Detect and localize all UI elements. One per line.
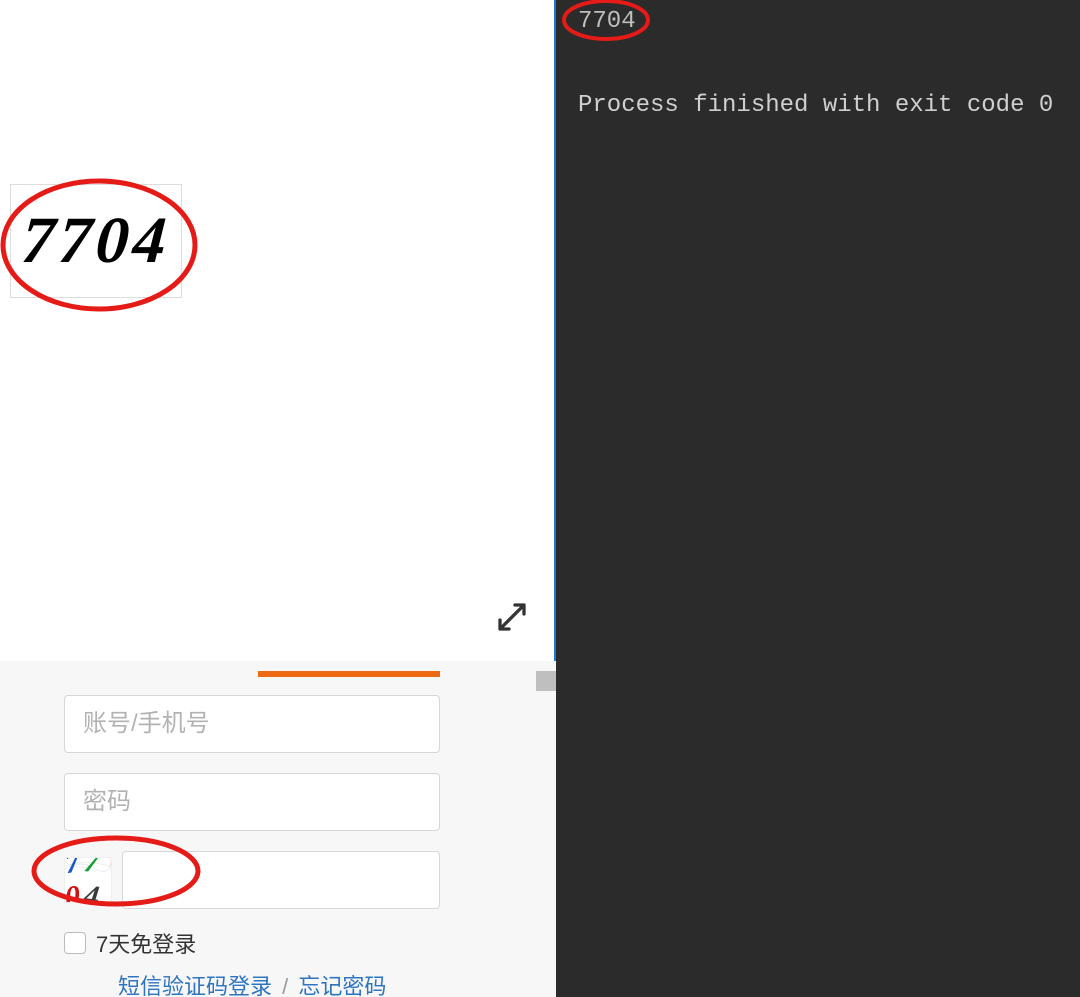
captcha-digit-4: 4 <box>82 879 105 903</box>
expand-icon[interactable] <box>494 599 530 635</box>
terminal-pane: 7704 Process finished with exit code 0 <box>556 0 1080 997</box>
login-form: 7704 7天免登录 短信验证码登录 / 忘记密码 <box>64 695 440 997</box>
login-form-pane: 7704 7天免登录 短信验证码登录 / 忘记密码 <box>0 661 556 997</box>
link-separator: / <box>282 974 288 997</box>
captcha-image[interactable]: 7704 <box>64 857 112 903</box>
remember-checkbox[interactable] <box>64 932 86 954</box>
password-input[interactable] <box>64 773 440 831</box>
captcha-digits: 7704 <box>65 857 111 903</box>
terminal-output-value: 7704 <box>578 8 636 35</box>
image-preview-pane: 7704 <box>0 0 556 661</box>
forgot-password-link[interactable]: 忘记密码 <box>298 974 386 997</box>
preview-captcha-text: 7704 <box>19 203 172 279</box>
remember-label: 7天免登录 <box>96 927 196 959</box>
captcha-row: 7704 <box>64 851 440 909</box>
captcha-digit-2: 7 <box>82 857 104 881</box>
left-column: 7704 <box>0 0 556 997</box>
preview-captcha-image: 7704 <box>10 184 182 298</box>
captcha-digit-3: 0 <box>64 879 85 903</box>
sms-login-link[interactable]: 短信验证码登录 <box>118 974 272 997</box>
scrollbar-thumb[interactable] <box>536 671 556 691</box>
terminal-process-line: Process finished with exit code 0 <box>578 92 1053 119</box>
captcha-input[interactable] <box>122 851 440 909</box>
active-tab-underline <box>258 671 440 677</box>
username-input[interactable] <box>64 695 440 753</box>
